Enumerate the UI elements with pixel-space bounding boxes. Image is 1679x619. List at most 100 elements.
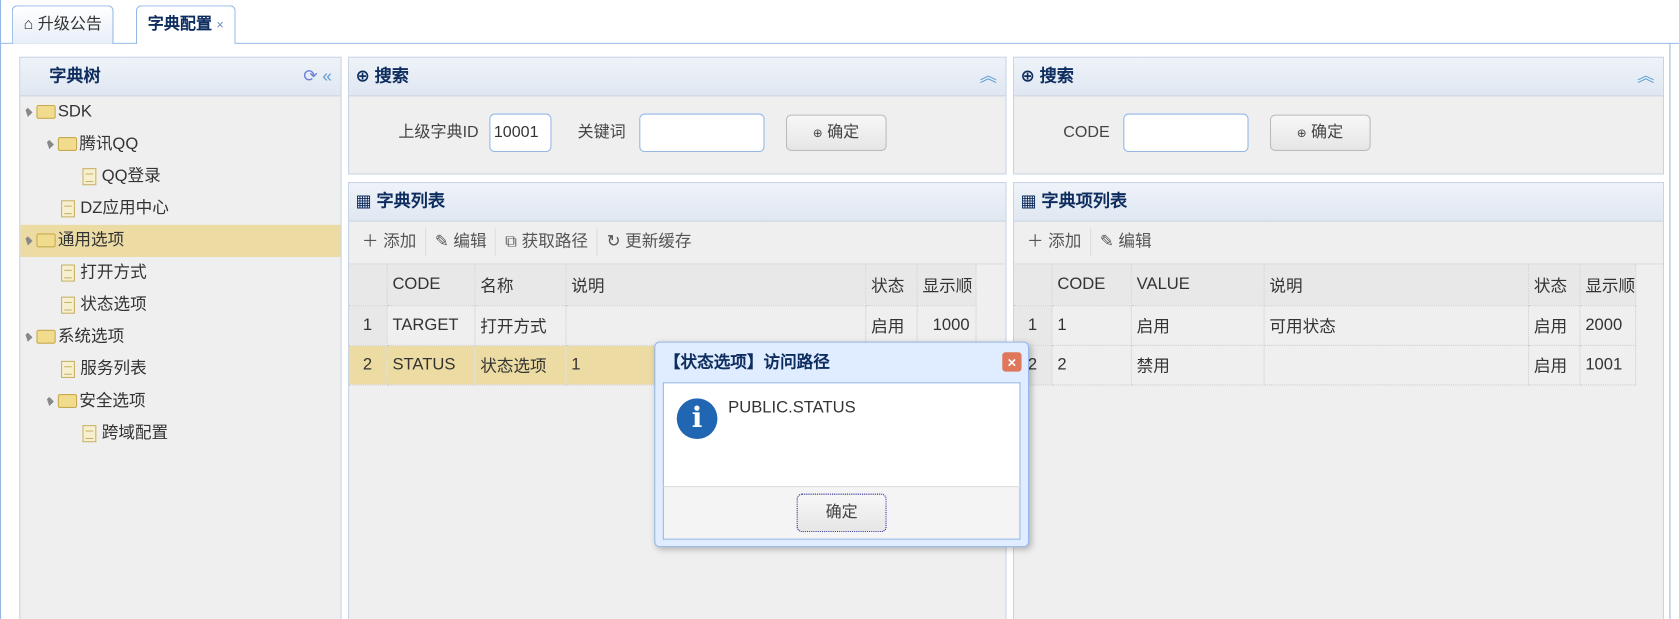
- dict-toolbar: ＋ 添加 ✎ 编辑 ⧉ 获取路径 ↻ 更新缓存: [349, 222, 1006, 265]
- code-input[interactable]: [1122, 113, 1249, 153]
- parent-id-label: 上级字典ID: [398, 123, 479, 142]
- dict-tree-panel: 字典树 ⟳ « SDK 腾讯QQ QQ登录 DZ应用中心通用选项打开方式状态选项系统选…: [19, 56, 342, 619]
- table-cell: 1000: [916, 305, 977, 346]
- tree-node[interactable]: 跨域配置: [20, 418, 340, 450]
- get-path-button[interactable]: ⧉ 获取路径: [501, 228, 598, 256]
- tree-node[interactable]: 腾讯QQ: [20, 128, 340, 160]
- table-cell: 可用状态: [1263, 305, 1529, 346]
- table-cell: STATUS: [386, 344, 475, 385]
- zoom-icon: ⊕: [1020, 67, 1035, 86]
- panel-title: 字典列表: [376, 192, 446, 211]
- keyword-input[interactable]: [638, 113, 765, 153]
- tree-node[interactable]: 打开方式: [20, 257, 340, 289]
- tab-dict-config[interactable]: 字典配置 ×: [135, 5, 236, 45]
- tree-node[interactable]: SDK: [20, 96, 340, 128]
- grid-icon: ▦: [355, 192, 372, 211]
- table-cell: [565, 305, 866, 346]
- expand-icon[interactable]: [23, 332, 33, 342]
- table-cell: 启用: [1528, 344, 1580, 385]
- table-cell: 1001: [1579, 344, 1636, 385]
- refresh-icon[interactable]: ⟳: [303, 67, 317, 85]
- edit-item-button[interactable]: ✎ 编辑: [1096, 228, 1161, 256]
- column-header[interactable]: 显示顺: [916, 264, 977, 306]
- dialog-ok-button[interactable]: 确定: [796, 493, 887, 533]
- expand-icon[interactable]: [23, 107, 33, 117]
- panel-title: 搜索: [374, 67, 409, 86]
- table-cell: 1: [1051, 305, 1132, 346]
- parent-id-input[interactable]: 10001: [489, 113, 552, 153]
- tab-upgrade-notice[interactable]: ⌂ 升级公告: [11, 5, 114, 44]
- item-toolbar: ＋ 添加 ✎ 编辑: [1014, 222, 1663, 265]
- column-header[interactable]: VALUE: [1130, 264, 1265, 306]
- table-cell: [1263, 344, 1529, 385]
- tree-node-label: 系统选项: [57, 327, 125, 346]
- panel-title: 字典项列表: [1041, 192, 1128, 211]
- scrollbar[interactable]: [1669, 43, 1671, 619]
- search-panel: ⊕ 搜索 ︽ 上级字典ID 10001 关键词 ⊕ 确定: [348, 56, 1007, 175]
- collapse-up-icon[interactable]: ︽: [980, 58, 997, 97]
- code-label: CODE: [1063, 123, 1110, 142]
- file-icon: [61, 296, 75, 314]
- search-confirm-button[interactable]: ⊕ 确定: [785, 114, 887, 151]
- edit-button[interactable]: ✎ 编辑: [431, 228, 497, 256]
- column-header[interactable]: 状态: [1528, 264, 1580, 306]
- keyword-label: 关键词: [577, 123, 626, 142]
- table-row[interactable]: 1 TARGET 打开方式 启用 1000: [349, 305, 977, 346]
- expand-icon[interactable]: [23, 236, 33, 246]
- info-icon: i: [676, 398, 718, 440]
- refresh-cache-button[interactable]: ↻ 更新缓存: [602, 228, 700, 256]
- table-cell: 2: [1051, 344, 1132, 385]
- access-path-dialog: 【状态选项】访问路径 × i PUBLIC.STATUS 确定: [654, 341, 1030, 548]
- expand-icon[interactable]: [44, 396, 54, 406]
- tree-node-label: QQ登录: [101, 167, 161, 186]
- collapse-up-icon[interactable]: ︽: [1637, 58, 1654, 97]
- panel-title: 字典树: [49, 67, 101, 86]
- tree-node-label: 打开方式: [80, 263, 147, 282]
- table-cell: 2: [349, 344, 388, 385]
- zoom-icon: ⊕: [355, 67, 370, 86]
- column-header[interactable]: 名称: [474, 264, 566, 306]
- tree-node-label: 状态选项: [80, 295, 147, 314]
- tree-node[interactable]: 状态选项: [20, 289, 340, 321]
- table-cell: 2000: [1579, 305, 1636, 346]
- table-cell: 禁用: [1130, 344, 1265, 385]
- dialog-title: 【状态选项】访问路径: [663, 353, 830, 372]
- column-header[interactable]: 说明: [565, 264, 866, 306]
- tree-node[interactable]: QQ登录: [20, 161, 340, 193]
- close-icon[interactable]: ×: [216, 17, 224, 32]
- add-button[interactable]: ＋ 添加: [358, 228, 426, 256]
- expand-icon[interactable]: [44, 139, 54, 150]
- folder-icon: [36, 233, 56, 248]
- add-item-button[interactable]: ＋ 添加: [1023, 228, 1091, 256]
- table-header: CODE VALUE 说明 状态 显示顺: [1014, 264, 1636, 306]
- tree-node[interactable]: 服务列表: [20, 353, 340, 385]
- collapse-left-icon[interactable]: «: [322, 67, 332, 85]
- column-header[interactable]: CODE: [1051, 264, 1132, 306]
- tree-node-label: 跨域配置: [101, 424, 169, 443]
- column-header[interactable]: 说明: [1263, 264, 1529, 306]
- dict-tree: SDK 腾讯QQ QQ登录 DZ应用中心通用选项打开方式状态选项系统选项服务列表安全选…: [20, 96, 341, 450]
- dialog-message: PUBLIC.STATUS: [728, 398, 856, 417]
- tree-node[interactable]: 系统选项: [20, 321, 340, 353]
- table-cell: 1: [349, 305, 388, 346]
- tree-node[interactable]: 通用选项: [20, 224, 341, 257]
- column-header[interactable]: 状态: [865, 264, 918, 306]
- grid-icon: ▦: [1020, 192, 1037, 211]
- folder-icon: [57, 394, 78, 409]
- table-row[interactable]: 1 1 启用 可用状态 启用 2000: [1014, 305, 1636, 346]
- column-header[interactable]: 显示顺: [1579, 264, 1636, 306]
- item-table: CODE VALUE 说明 状态 显示顺 1 1 启用 可用状态 启用 2000 2 2 禁用 启用 1001: [1014, 264, 1636, 385]
- table-cell: 打开方式: [474, 305, 566, 346]
- file-icon: [61, 200, 75, 218]
- table-row[interactable]: 2 2 禁用 启用 1001: [1014, 344, 1636, 385]
- tree-node-label: DZ应用中心: [80, 199, 169, 218]
- tree-node-label: 安全选项: [79, 391, 146, 411]
- close-icon[interactable]: ×: [1002, 352, 1022, 372]
- tree-node[interactable]: DZ应用中心: [20, 193, 340, 225]
- tree-node[interactable]: 安全选项: [20, 385, 340, 417]
- column-header[interactable]: CODE: [386, 264, 475, 306]
- search-icon: ⊕: [812, 127, 823, 141]
- tree-node-label: 服务列表: [80, 359, 147, 378]
- file-icon: [61, 360, 75, 378]
- item-search-confirm-button[interactable]: ⊕ 确定: [1269, 114, 1371, 151]
